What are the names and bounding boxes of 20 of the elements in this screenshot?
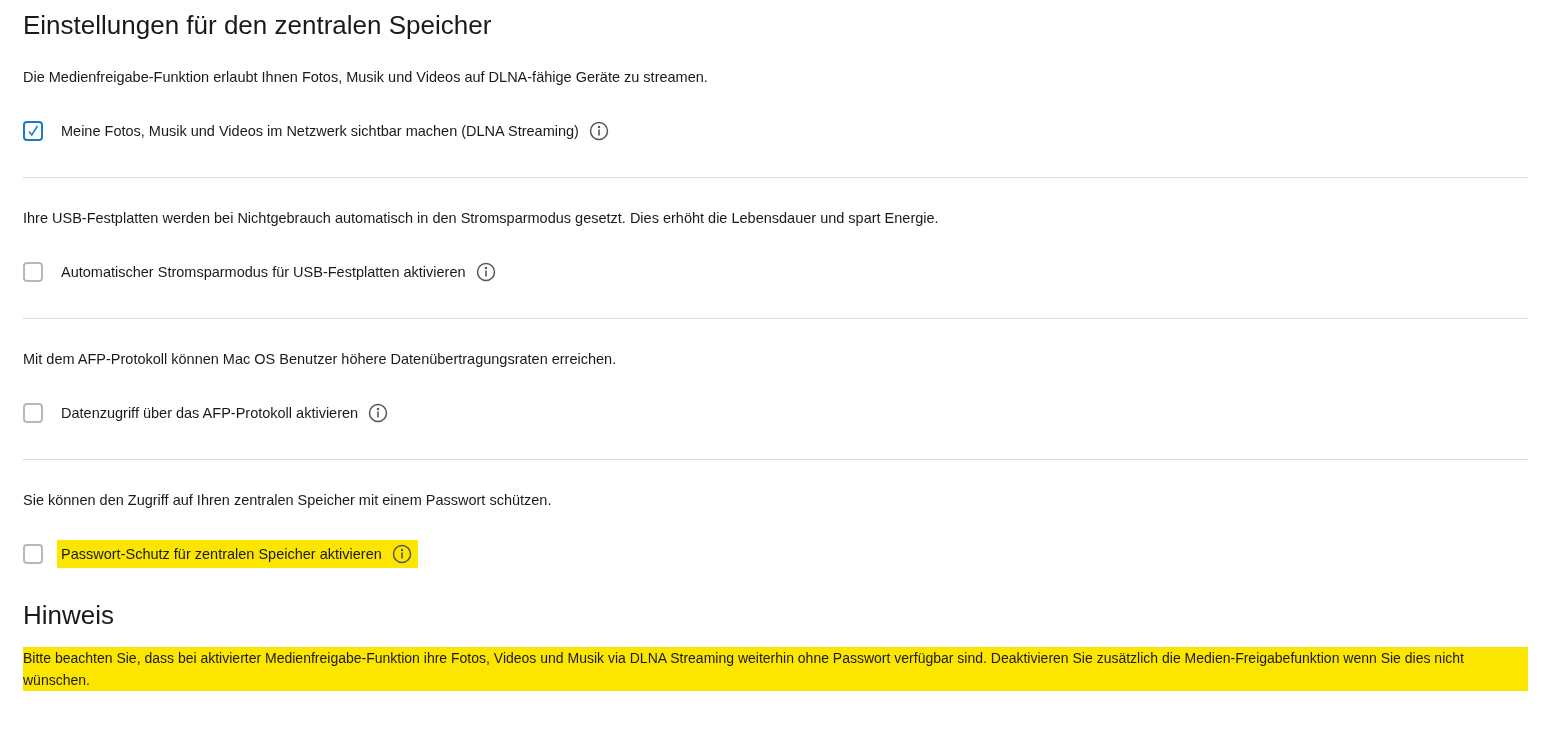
option-label[interactable]: Passwort-Schutz für zentralen Speicher aktivieren — [61, 546, 382, 562]
info-icon[interactable] — [368, 403, 389, 423]
info-icon[interactable] — [391, 544, 412, 564]
section-description: Die Medienfreigabe-Funktion erlaubt Ihnen Fotos, Musik und Videos auf DLNA-fähige Geräte zu streamen. — [23, 69, 709, 85]
note-heading: Hinweis — [23, 600, 116, 631]
checkbox[interactable] — [23, 544, 43, 564]
info-icon[interactable] — [475, 262, 496, 282]
info-icon[interactable] — [588, 121, 609, 141]
checkbox[interactable] — [23, 262, 43, 282]
section-description: Mit dem AFP-Protokoll können Mac OS Benutzer höhere Datenübertragungsraten erreichen. — [23, 351, 618, 367]
option-label[interactable]: Meine Fotos, Musik und Videos im Netzwerk sichtbar machen (DLNA Streaming) — [61, 123, 579, 139]
checkbox[interactable] — [23, 121, 43, 141]
option-label[interactable]: Automatischer Stromsparmodus für USB-Festplatten aktivieren — [61, 264, 466, 280]
section-description: Sie können den Zugriff auf Ihren zentralen Speicher mit einem Passwort schützen. — [23, 492, 553, 508]
checkbox[interactable] — [23, 403, 43, 423]
note-text: Bitte beachten Sie, dass bei aktivierter Medienfreigabe-Funktion ihre Fotos, Videos und Musik via DLNA Streaming weiterhin ohne Passwort verfügbar sind. Deaktivieren Sie zusätzlich die Medien-Freigabefunktion wenn Sie dies nicht wünschen. — [23, 647, 1528, 691]
checkmark-icon — [27, 125, 39, 137]
option-label[interactable]: Datenzugriff über das AFP-Protokoll aktivieren — [61, 405, 359, 421]
section-description: Ihre USB-Festplatten werden bei Nichtgebrauch automatisch in den Stromsparmodus gesetzt. Dies erhöht die Lebensdauer und spart Energie. — [23, 210, 940, 226]
page-title: Einstellungen für den zentralen Speicher — [23, 10, 493, 41]
